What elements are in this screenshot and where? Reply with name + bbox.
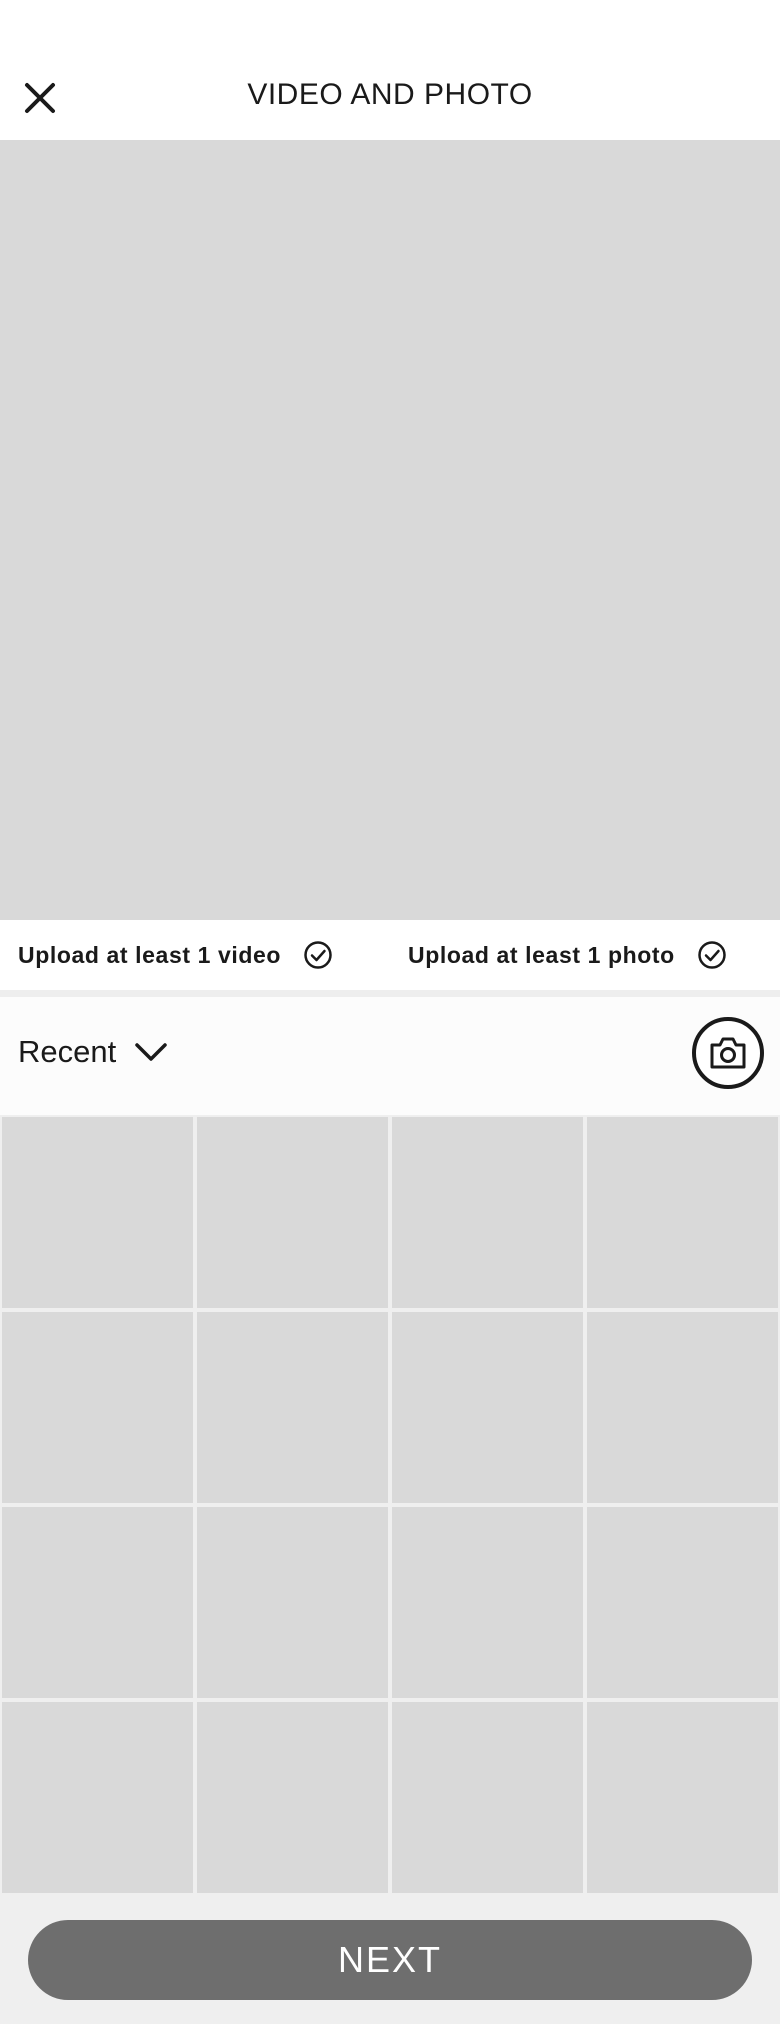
chevron-down-icon xyxy=(135,1043,167,1061)
upload-requirements: Upload at least 1 video Upload at least … xyxy=(0,920,780,990)
media-thumbnail[interactable] xyxy=(587,1702,778,1893)
photo-requirement-label: Upload at least 1 photo xyxy=(408,941,675,968)
media-thumbnail[interactable] xyxy=(392,1312,583,1503)
media-thumbnail[interactable] xyxy=(197,1312,388,1503)
media-thumbnail[interactable] xyxy=(587,1507,778,1698)
camera-button[interactable] xyxy=(692,1017,764,1089)
video-requirement-label: Upload at least 1 video xyxy=(18,941,282,968)
check-circle-icon xyxy=(698,941,726,969)
album-bar: Recent xyxy=(0,997,780,1115)
section-divider xyxy=(0,990,780,997)
media-preview xyxy=(0,140,780,920)
photo-requirement: Upload at least 1 photo xyxy=(408,920,727,990)
media-grid xyxy=(0,1115,780,1895)
media-thumbnail[interactable] xyxy=(2,1312,193,1503)
media-thumbnail[interactable] xyxy=(197,1507,388,1698)
media-thumbnail[interactable] xyxy=(392,1507,583,1698)
media-thumbnail[interactable] xyxy=(2,1702,193,1893)
media-thumbnail[interactable] xyxy=(197,1702,388,1893)
video-requirement: Upload at least 1 video xyxy=(18,920,333,990)
check-circle-icon xyxy=(304,941,332,969)
album-label: Recent xyxy=(18,1034,117,1069)
app-header: VIDEO AND PHOTO xyxy=(0,0,780,140)
media-thumbnail[interactable] xyxy=(392,1702,583,1893)
media-thumbnail[interactable] xyxy=(2,1117,193,1308)
media-thumbnail[interactable] xyxy=(2,1507,193,1698)
footer: NEXT xyxy=(0,1895,780,2024)
media-thumbnail[interactable] xyxy=(587,1312,778,1503)
page-title: VIDEO AND PHOTO xyxy=(247,78,533,111)
camera-icon xyxy=(710,1037,746,1069)
next-button[interactable]: NEXT xyxy=(28,1920,752,2000)
media-thumbnail[interactable] xyxy=(392,1117,583,1308)
media-thumbnail[interactable] xyxy=(587,1117,778,1308)
album-dropdown[interactable]: Recent xyxy=(18,1027,168,1077)
media-thumbnail[interactable] xyxy=(197,1117,388,1308)
